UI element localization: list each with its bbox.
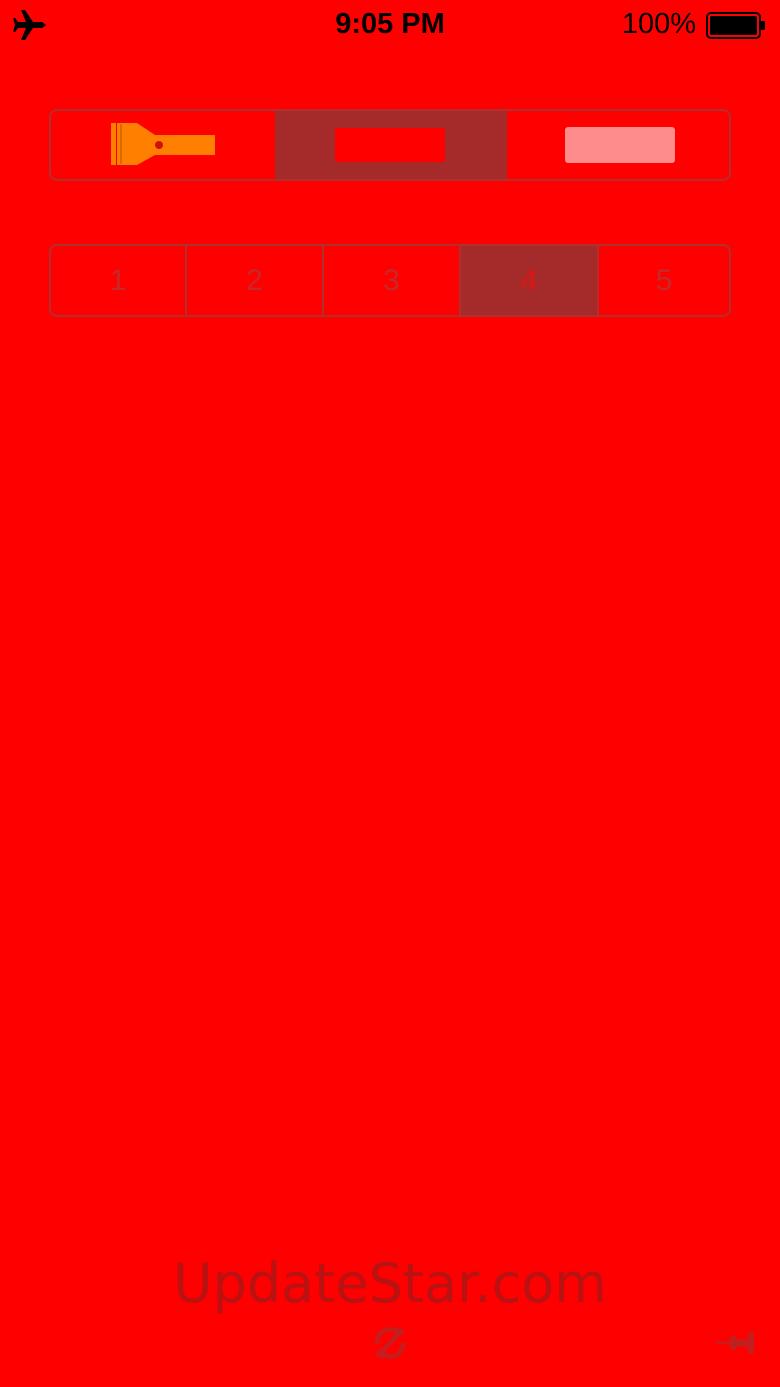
level-option-1[interactable]: 1 [51,246,185,315]
level-option-3[interactable]: 3 [322,246,459,315]
level-selector: 1 2 3 4 5 [49,244,731,317]
status-bar: 9:05 PM 100% [0,0,780,52]
red-screen-swatch [335,128,445,162]
pink-screen-swatch [565,127,675,163]
refresh-icon[interactable] [369,1322,411,1364]
battery-icon [706,12,765,39]
flashlight-icon [111,123,215,165]
watermark: UpdateStar.com [173,1252,607,1315]
pin-icon[interactable] [716,1330,756,1356]
level-option-5[interactable]: 5 [597,246,729,315]
mode-selector [49,109,731,181]
level-option-4[interactable]: 4 [459,246,597,315]
battery-percentage: 100% [621,8,696,40]
mode-pink-screen-segment[interactable] [507,111,729,179]
mode-red-screen-segment[interactable] [275,111,507,179]
level-option-2[interactable]: 2 [185,246,322,315]
mode-flashlight-segment[interactable] [51,111,275,179]
